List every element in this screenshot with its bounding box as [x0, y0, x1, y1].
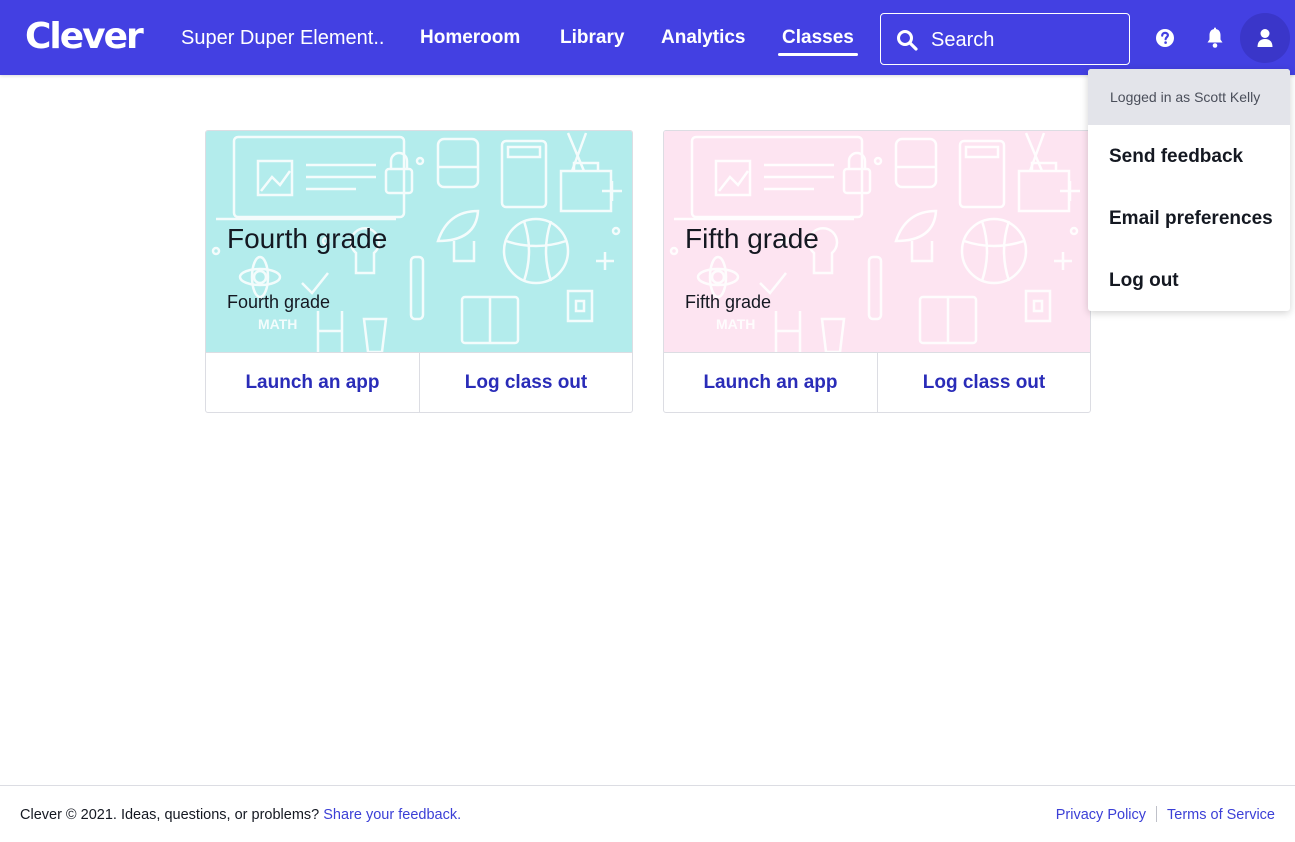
help-icon[interactable] — [1155, 28, 1175, 48]
footer-copyright: Clever © 2021. Ideas, questions, or prob… — [20, 807, 320, 823]
launch-app-button[interactable]: Launch an app — [664, 353, 877, 412]
send-feedback-item[interactable]: Send feedback — [1109, 145, 1243, 169]
log-class-out-button[interactable]: Log class out — [877, 353, 1090, 412]
class-banner: MATH Fourth grade Fourth grade — [206, 131, 632, 352]
class-title: Fifth grade — [685, 223, 819, 254]
class-title: Fourth grade — [227, 223, 388, 254]
card-actions: Launch an app Log class out — [664, 352, 1090, 412]
footer-divider — [1156, 806, 1158, 822]
user-icon — [1257, 29, 1273, 47]
class-subtitle: Fourth grade — [227, 292, 331, 312]
school-name[interactable]: Super Duper Element... — [181, 26, 386, 50]
email-preferences-item[interactable]: Email preferences — [1109, 207, 1273, 231]
search-placeholder: Search — [931, 29, 995, 51]
page-footer: Clever © 2021. Ideas, questions, or prob… — [0, 785, 1295, 842]
footer-left: Clever © 2021. Ideas, questions, or prob… — [20, 806, 461, 824]
nav-analytics[interactable]: Analytics — [661, 26, 745, 50]
class-banner: MATH Fifth grade Fifth grade — [664, 131, 1090, 352]
footer-period: . — [457, 807, 462, 823]
user-dropdown-menu: Logged in as Scott Kelly Send feedback E… — [1088, 69, 1290, 311]
logged-in-label: Logged in as Scott Kelly — [1088, 69, 1290, 125]
clever-logo[interactable]: Clever — [25, 16, 144, 58]
search-input[interactable]: Search — [880, 13, 1130, 65]
nav-classes[interactable]: Classes — [778, 26, 858, 56]
class-card-fourth-grade: MATH Fourth grade Fourth grade Launch an… — [205, 130, 633, 413]
footer-links: Privacy Policy Terms of Service — [1056, 806, 1275, 824]
bell-icon[interactable] — [1205, 27, 1225, 49]
class-subtitle: Fifth grade — [685, 292, 772, 312]
top-navigation-bar: Clever Super Duper Element... Homeroom L… — [0, 0, 1295, 75]
card-actions: Launch an app Log class out — [206, 352, 632, 412]
nav-homeroom[interactable]: Homeroom — [420, 26, 520, 50]
privacy-policy-link[interactable]: Privacy Policy — [1056, 807, 1146, 823]
banner-math-text: MATH — [258, 316, 297, 332]
log-out-item[interactable]: Log out — [1109, 269, 1179, 293]
share-feedback-link[interactable]: Share your feedback — [323, 807, 457, 823]
class-card-fifth-grade: MATH Fifth grade Fifth grade Launch an a… — [663, 130, 1091, 413]
nav-library[interactable]: Library — [560, 26, 624, 50]
terms-of-service-link[interactable]: Terms of Service — [1167, 807, 1275, 823]
search-icon — [897, 30, 918, 51]
banner-math-text: MATH — [716, 316, 755, 332]
log-class-out-button[interactable]: Log class out — [419, 353, 632, 412]
launch-app-button[interactable]: Launch an app — [206, 353, 419, 412]
user-menu-button[interactable] — [1240, 13, 1290, 63]
